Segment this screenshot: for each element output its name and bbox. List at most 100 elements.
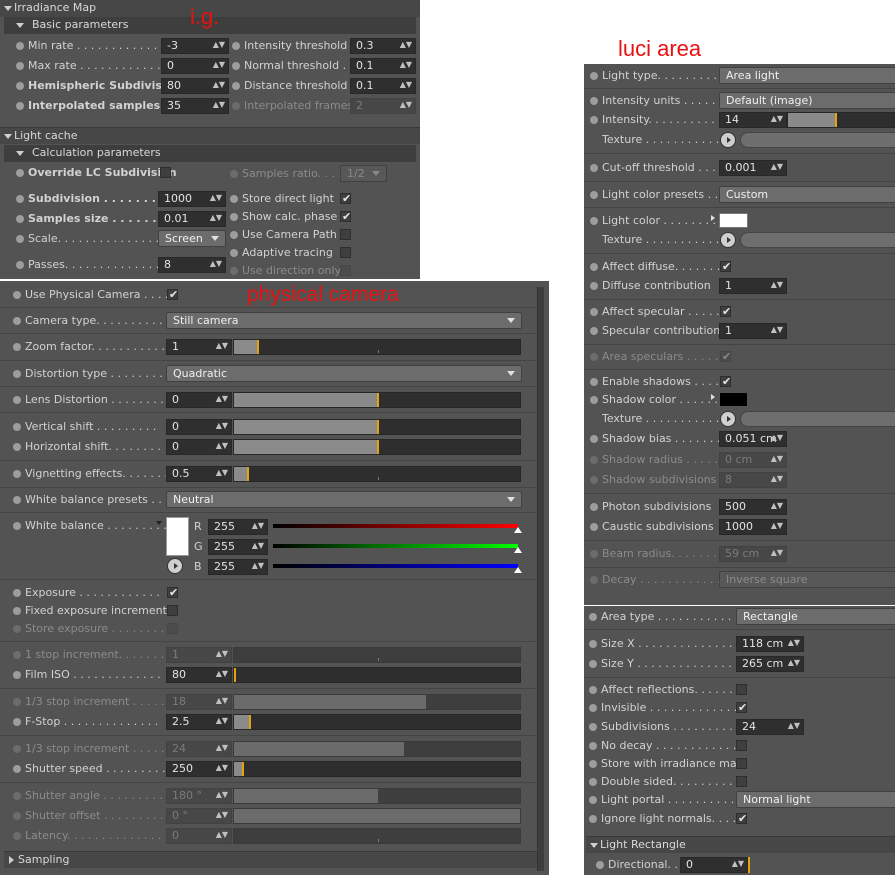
adaptive-tracing-checkbox[interactable] [340, 247, 351, 258]
texture-slot[interactable] [740, 411, 895, 427]
affect-reflections-checkbox[interactable] [736, 684, 747, 695]
stepper-icon[interactable]: ▲▼ [252, 539, 264, 553]
animate-dot-icon[interactable] [590, 191, 598, 199]
intensity-input[interactable]: 14 ▲▼ [719, 112, 787, 128]
intensity-threshold-input[interactable]: 0.3 ▲▼ [350, 38, 416, 54]
animate-dot-icon[interactable] [230, 231, 238, 239]
scale-dropdown[interactable]: Screen [158, 230, 226, 247]
zoom-factor-input[interactable]: 1 ▲▼ [166, 339, 232, 355]
animate-dot-icon[interactable] [230, 249, 238, 257]
store-irradiance-checkbox[interactable] [736, 758, 747, 769]
stepper-icon[interactable]: ▲▼ [210, 191, 222, 205]
shutter-speed-input[interactable]: 250 ▲▼ [166, 761, 232, 777]
animate-dot-icon[interactable] [230, 213, 238, 221]
animate-dot-icon[interactable] [13, 589, 21, 597]
shutter-speed-slider[interactable] [233, 761, 521, 777]
stepper-icon[interactable]: ▲▼ [216, 339, 228, 353]
red-gradient-slider[interactable] [273, 524, 518, 528]
animate-dot-icon[interactable] [590, 263, 598, 271]
vertical-shift-slider[interactable] [233, 419, 521, 435]
intensity-slider[interactable] [787, 112, 895, 128]
distortion-type-dropdown[interactable]: Quadratic [166, 365, 522, 382]
animate-dot-icon[interactable] [13, 443, 21, 451]
stepper-icon[interactable]: ▲▼ [213, 78, 225, 92]
animate-dot-icon[interactable] [589, 686, 597, 694]
animate-dot-icon[interactable] [16, 62, 24, 70]
white-balance-presets-dropdown[interactable]: Neutral [166, 491, 522, 508]
stepper-icon[interactable]: ▲▼ [400, 38, 412, 52]
animate-dot-icon[interactable] [13, 396, 21, 404]
animate-dot-icon[interactable] [590, 217, 598, 225]
samples-size-input[interactable]: 0.01 ▲▼ [158, 211, 226, 227]
area-type-dropdown[interactable]: Rectangle [736, 608, 895, 625]
animate-dot-icon[interactable] [590, 396, 598, 404]
animate-dot-icon[interactable] [230, 195, 238, 203]
stepper-icon[interactable]: ▲▼ [771, 519, 783, 533]
texture-play-button[interactable] [720, 132, 736, 148]
animate-dot-icon[interactable] [16, 195, 24, 203]
double-sided-checkbox[interactable] [736, 776, 747, 787]
texture-play-button[interactable] [720, 411, 736, 427]
slider-handle-icon[interactable] [514, 527, 522, 533]
light-type-dropdown[interactable]: Area light [719, 67, 895, 84]
film-iso-slider[interactable] [233, 667, 521, 683]
subdivisions-input[interactable]: 24 ▲▼ [736, 719, 804, 735]
specular-contribution-input[interactable]: 1 ▲▼ [719, 323, 787, 339]
stepper-icon[interactable]: ▲▼ [771, 112, 783, 126]
expand-arrow-icon[interactable] [156, 521, 162, 525]
store-direct-light-checkbox[interactable]: ✔ [340, 192, 351, 205]
animate-dot-icon[interactable] [13, 765, 21, 773]
stepper-icon[interactable]: ▲▼ [216, 419, 228, 433]
blue-input[interactable]: 255 ▲▼ [208, 559, 268, 575]
stepper-icon[interactable]: ▲▼ [400, 78, 412, 92]
diffuse-contribution-input[interactable]: 1 ▲▼ [719, 278, 787, 294]
stepper-icon[interactable]: ▲▼ [252, 519, 264, 533]
red-input[interactable]: 255 ▲▼ [208, 519, 268, 535]
animate-dot-icon[interactable] [590, 503, 598, 511]
hemispheric-subdivision-input[interactable]: 80 ▲▼ [161, 78, 229, 94]
animate-dot-icon[interactable] [16, 102, 24, 110]
stepper-icon[interactable]: ▲▼ [216, 466, 228, 480]
vertical-shift-input[interactable]: 0 ▲▼ [166, 419, 232, 435]
min-rate-input[interactable]: -3 ▲▼ [161, 38, 229, 54]
animate-dot-icon[interactable] [589, 723, 597, 731]
animate-dot-icon[interactable] [16, 215, 24, 223]
animate-dot-icon[interactable] [232, 42, 240, 50]
vignetting-slider[interactable] [233, 466, 521, 482]
override-lc-checkbox[interactable] [160, 167, 171, 178]
shadow-color-swatch[interactable] [719, 392, 748, 407]
animate-dot-icon[interactable] [16, 235, 24, 243]
animate-dot-icon[interactable] [13, 470, 21, 478]
animate-dot-icon[interactable] [13, 370, 21, 378]
scrollbar[interactable] [537, 287, 544, 871]
animate-dot-icon[interactable] [13, 317, 21, 325]
f-stop-input[interactable]: 2.5 ▲▼ [166, 714, 232, 730]
stepper-icon[interactable]: ▲▼ [788, 719, 800, 733]
horizontal-shift-slider[interactable] [233, 439, 521, 455]
animate-dot-icon[interactable] [590, 523, 598, 531]
animate-dot-icon[interactable] [13, 522, 21, 530]
animate-dot-icon[interactable] [589, 815, 597, 823]
stepper-icon[interactable]: ▲▼ [213, 98, 225, 112]
light-color-swatch[interactable] [719, 213, 748, 228]
stepper-icon[interactable]: ▲▼ [216, 439, 228, 453]
slider-handle-icon[interactable] [514, 547, 522, 553]
stepper-icon[interactable]: ▲▼ [216, 714, 228, 728]
directional-input[interactable]: 0 ▲▼ [680, 857, 748, 873]
blue-gradient-slider[interactable] [273, 564, 518, 568]
stepper-icon[interactable]: ▲▼ [788, 656, 800, 670]
animate-dot-icon[interactable] [589, 660, 597, 668]
cutoff-input[interactable]: 0.001 ▲▼ [719, 160, 787, 176]
animate-dot-icon[interactable] [589, 704, 597, 712]
white-balance-swatch[interactable] [166, 517, 189, 556]
animate-dot-icon[interactable] [16, 261, 24, 269]
animate-dot-icon[interactable] [589, 613, 597, 621]
sampling-header[interactable]: Sampling [4, 851, 537, 868]
stepper-icon[interactable]: ▲▼ [216, 392, 228, 406]
animate-dot-icon[interactable] [589, 796, 597, 804]
animate-dot-icon[interactable] [590, 435, 598, 443]
stepper-icon[interactable]: ▲▼ [771, 431, 783, 445]
animate-dot-icon[interactable] [13, 496, 21, 504]
camera-type-dropdown[interactable]: Still camera [166, 312, 522, 329]
slider-handle-icon[interactable] [514, 567, 522, 573]
